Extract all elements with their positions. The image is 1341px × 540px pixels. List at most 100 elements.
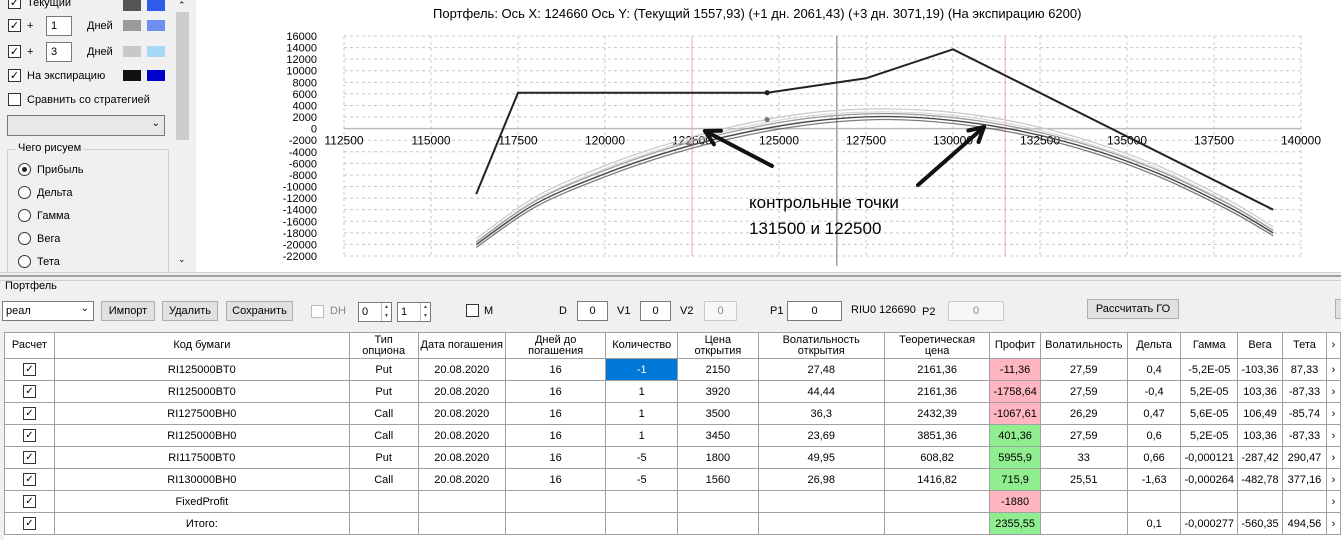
table-cell[interactable]: -87,33 <box>1282 380 1327 403</box>
table-cell[interactable]: -85,74 <box>1282 402 1327 425</box>
calc-checkbox[interactable]: ✓ <box>22 517 36 530</box>
spin-arrows-icon[interactable]: ▲ ▼ <box>381 303 391 321</box>
column-header[interactable]: Вега <box>1237 332 1284 359</box>
table-cell[interactable]: Call <box>348 468 419 491</box>
table-cell[interactable]: 1 <box>605 402 679 425</box>
delete-button[interactable]: Удалить <box>162 301 218 321</box>
column-header-overflow[interactable]: › <box>1325 332 1341 359</box>
table-cell[interactable]: 5,2E-05 <box>1180 424 1239 447</box>
column-header[interactable]: Гамма <box>1180 332 1239 359</box>
table-cell[interactable]: 103,36 <box>1237 424 1284 447</box>
table-cell[interactable]: -0,000121 <box>1180 446 1239 469</box>
table-cell[interactable]: -0,000264 <box>1180 468 1239 491</box>
table-cell[interactable] <box>1180 490 1239 513</box>
table-cell[interactable]: -0,000277 <box>1180 512 1239 535</box>
compare-checkbox[interactable] <box>8 93 21 106</box>
table-row[interactable]: ✓ RI117500BT0 Put 20.08.2020 16 -5 1800 49,95 60… <box>4 446 1341 469</box>
table-cell[interactable]: 0,1 <box>1126 512 1182 535</box>
table-cell[interactable] <box>757 490 885 513</box>
table-row[interactable]: ✓ FixedProfit -1880 › <box>4 490 1341 513</box>
calc-checkbox-cell[interactable]: ✓ <box>4 512 55 535</box>
calc-checkbox-cell[interactable]: ✓ <box>4 402 55 425</box>
table-cell[interactable]: 27,48 <box>757 358 885 381</box>
table-cell[interactable]: 1 <box>605 424 679 447</box>
column-header[interactable]: Цена открытия <box>677 332 759 359</box>
table-cell[interactable]: 494,56 <box>1282 512 1327 535</box>
table-row[interactable]: ✓ RI127500BH0 Call 20.08.2020 16 1 3500 36,3 243… <box>4 402 1341 425</box>
column-header[interactable]: Количество <box>605 332 679 359</box>
table-cell[interactable]: 3450 <box>677 424 759 447</box>
table-row[interactable]: ✓ RI125000BT0 Put 20.08.2020 16 -1 2150 27,48 21… <box>4 358 1341 381</box>
table-cell[interactable]: 27,59 <box>1039 424 1128 447</box>
table-row[interactable]: ✓ Итого: 2355,55 0,1 -0,000277 -560,35 494,56 › <box>4 512 1341 535</box>
table-cell[interactable]: 20.08.2020 <box>417 446 507 469</box>
table-cell[interactable]: 2355,55 <box>989 512 1041 535</box>
table-cell[interactable]: 5,6E-05 <box>1180 402 1239 425</box>
spin-input-1[interactable]: 0 ▲ ▼ <box>358 302 392 322</box>
table-cell[interactable]: 87,33 <box>1282 358 1327 381</box>
table-cell[interactable]: 0,47 <box>1126 402 1182 425</box>
table-cell[interactable]: 715,9 <box>989 468 1041 491</box>
portfolio-selector[interactable]: реал ⌄ <box>2 301 94 321</box>
table-cell[interactable] <box>1282 490 1327 513</box>
table-cell[interactable]: -287,42 <box>1237 446 1284 469</box>
table-cell[interactable] <box>883 490 991 513</box>
import-button[interactable]: Импорт <box>101 301 155 321</box>
table-cell[interactable]: RI127500BH0 <box>53 402 350 425</box>
dh-checkbox[interactable] <box>311 305 324 318</box>
table-cell[interactable] <box>348 490 419 513</box>
table-cell[interactable]: 2161,36 <box>883 358 991 381</box>
table-cell[interactable]: Call <box>348 424 419 447</box>
table-cell[interactable]: 16 <box>505 380 607 403</box>
table-cell[interactable]: 33 <box>1039 446 1128 469</box>
radio-profit[interactable] <box>18 163 31 176</box>
table-cell[interactable]: 20.08.2020 <box>417 468 507 491</box>
table-cell[interactable]: 1560 <box>677 468 759 491</box>
table-cell[interactable] <box>677 512 759 535</box>
spin-arrows-icon[interactable]: ▲ ▼ <box>420 303 430 321</box>
plus1-checkbox[interactable]: ✓ <box>8 19 21 32</box>
table-cell[interactable]: -482,78 <box>1237 468 1284 491</box>
table-cell[interactable]: Put <box>348 358 419 381</box>
scrollbar-thumb[interactable] <box>176 12 189 140</box>
table-cell[interactable] <box>1126 490 1182 513</box>
table-cell[interactable]: 25,51 <box>1039 468 1128 491</box>
table-cell[interactable]: 20.08.2020 <box>417 358 507 381</box>
left-panel-scrollbar[interactable]: ⌃ ⌄ <box>174 0 191 272</box>
scroll-down-icon[interactable]: ⌄ <box>178 254 186 265</box>
plus3-color-blue[interactable] <box>147 46 165 57</box>
table-cell[interactable]: 2150 <box>677 358 759 381</box>
column-header[interactable]: Расчет <box>4 332 55 359</box>
calc-go-button[interactable]: Рассчитать ГО <box>1087 299 1179 319</box>
radio-theta[interactable] <box>18 255 31 268</box>
calc-checkbox[interactable]: ✓ <box>22 407 36 420</box>
table-cell[interactable]: 0,66 <box>1126 446 1182 469</box>
m-checkbox[interactable] <box>466 304 479 317</box>
table-cell[interactable] <box>605 490 679 513</box>
table-cell[interactable]: 16 <box>505 358 607 381</box>
table-cell[interactable]: 44,44 <box>757 380 885 403</box>
column-header[interactable]: Тип опциона <box>348 332 419 359</box>
table-cell[interactable]: 5955,9 <box>989 446 1041 469</box>
table-cell[interactable]: RI125000BT0 <box>53 380 350 403</box>
table-cell[interactable] <box>505 512 607 535</box>
calc-checkbox[interactable]: ✓ <box>22 363 36 376</box>
calc-checkbox-cell[interactable]: ✓ <box>4 490 55 513</box>
table-cell[interactable]: -87,33 <box>1282 424 1327 447</box>
table-cell[interactable]: Итого: <box>53 512 350 535</box>
column-header[interactable]: Волатильность открытия <box>757 332 885 359</box>
strategy-dropdown[interactable]: ⌄ <box>7 115 165 136</box>
calc-checkbox[interactable]: ✓ <box>22 473 36 486</box>
expiry-checkbox[interactable]: ✓ <box>8 69 21 82</box>
radio-gamma[interactable] <box>18 209 31 222</box>
table-cell[interactable]: -5,2E-05 <box>1180 358 1239 381</box>
table-cell[interactable]: 5,2E-05 <box>1180 380 1239 403</box>
current-color-gray[interactable] <box>123 0 141 11</box>
table-cell[interactable]: 20.08.2020 <box>417 380 507 403</box>
table-cell[interactable]: 3851,36 <box>883 424 991 447</box>
table-cell[interactable]: -103,36 <box>1237 358 1284 381</box>
table-cell[interactable]: 49,95 <box>757 446 885 469</box>
p1-input[interactable]: 0 <box>787 301 842 321</box>
table-cell[interactable]: RI130000BH0 <box>53 468 350 491</box>
column-header[interactable]: Волатильность <box>1039 332 1128 359</box>
